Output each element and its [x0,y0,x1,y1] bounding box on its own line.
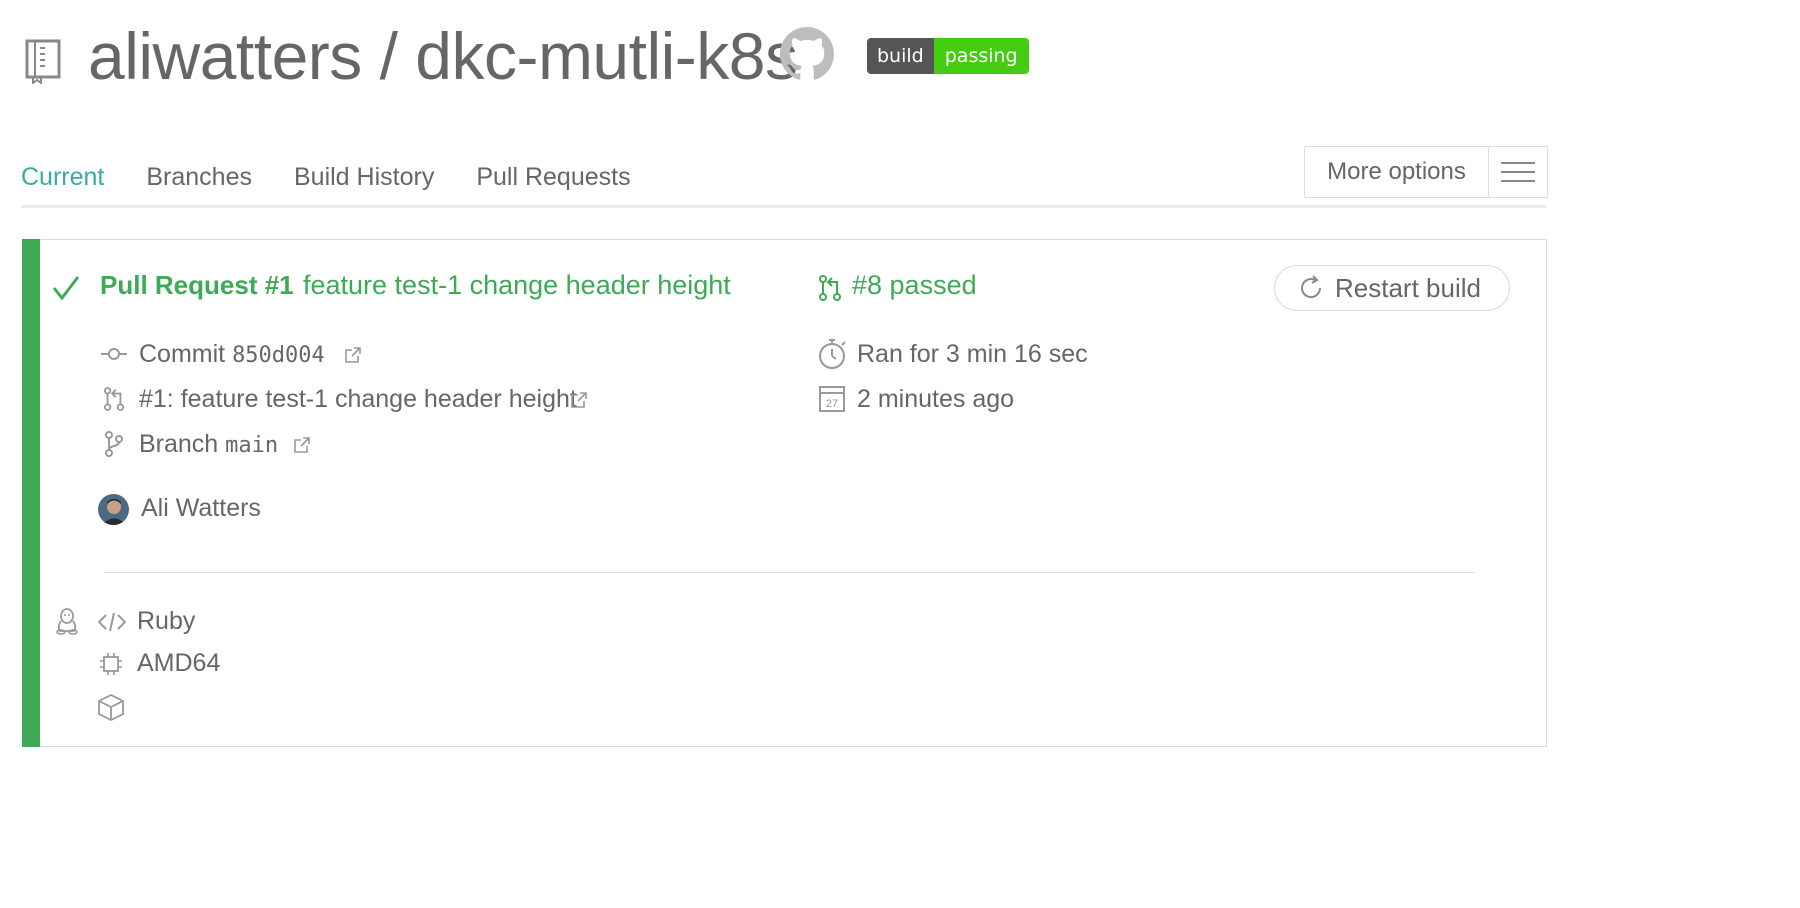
commit-sha[interactable]: 850d004 [232,343,325,368]
repo-title: aliwatters / dkc-mutli-k8s [88,19,798,93]
tab-pull-requests[interactable]: Pull Requests [476,158,630,206]
job-arch: AMD64 [137,649,221,677]
pull-request-link[interactable]: #1: feature test-1 change header height [139,385,577,414]
branch-icon [104,431,124,457]
tab-build-history[interactable]: Build History [294,158,434,206]
finished-time: 2 minutes ago [857,385,1015,413]
linux-icon [55,607,79,635]
build-card [22,239,1547,747]
restart-build-button[interactable]: Restart build [1274,265,1510,311]
branch-row[interactable]: Branch main [139,430,278,459]
pull-request-label[interactable]: Pull Request #1 [100,270,294,301]
tab-divider [21,205,1546,208]
badge-label: build [867,38,934,74]
stopwatch-icon [818,338,848,370]
check-icon [52,275,80,301]
external-link-icon[interactable] [293,436,311,454]
restart-icon [1297,274,1325,302]
tab-branches[interactable]: Branches [146,158,252,206]
restart-build-label: Restart build [1335,272,1481,303]
pull-request-icon [103,386,125,412]
branch-label: Branch [139,430,219,458]
badge-status: passing [933,38,1029,74]
external-link-icon[interactable] [570,391,588,409]
commit-row[interactable]: Commit 850d004 [139,340,325,369]
more-options-dropdown[interactable]: More options [1304,146,1548,198]
card-divider [104,572,1475,573]
more-options-label[interactable]: More options [1305,147,1489,197]
cpu-icon [99,652,123,676]
avatar[interactable] [98,494,129,525]
external-link-icon[interactable] [344,346,362,364]
tab-bar: Current Branches Build History Pull Requ… [21,158,673,208]
job-language: Ruby [137,607,196,635]
calendar-icon: 27 [819,386,845,412]
calendar-day: 27 [826,398,838,410]
code-icon [98,612,126,632]
github-icon[interactable] [780,27,834,81]
author-name[interactable]: Ali Watters [141,494,261,523]
status-stripe [22,239,40,747]
tab-current[interactable]: Current [21,158,105,208]
box-icon [97,693,125,721]
build-number-status[interactable]: #8 passed [852,270,977,301]
pull-request-title[interactable]: feature test-1 change header height [303,270,731,301]
commit-icon [101,343,127,365]
commit-label: Commit [139,340,226,368]
menu-icon[interactable] [1489,147,1547,197]
branch-name[interactable]: main [225,433,278,458]
pull-request-icon [818,274,842,302]
build-duration: Ran for 3 min 16 sec [857,340,1088,368]
build-status-badge[interactable]: build passing [867,38,1029,74]
repo-icon [24,38,62,84]
